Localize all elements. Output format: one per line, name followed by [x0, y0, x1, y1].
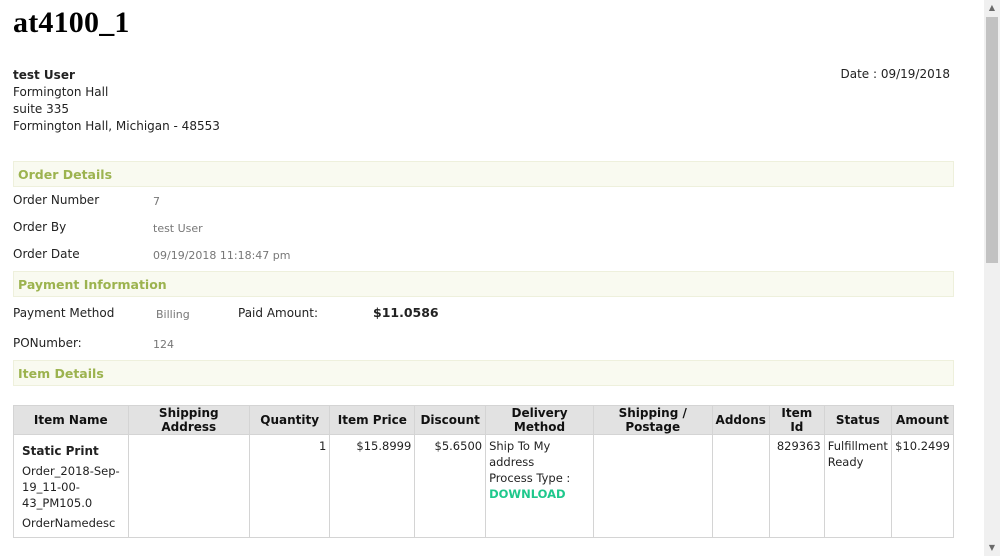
table-row: Static Print Order_2018-Sep-19_11-00-43_…: [13, 434, 955, 538]
payment-method-label: Payment Method: [13, 306, 115, 320]
cell-shipping-address: [127, 434, 251, 538]
section-order-details: Order Details: [13, 161, 954, 187]
address-line-3: Formington Hall, Michigan - 48553: [13, 119, 220, 133]
col-header-item-price: Item Price: [329, 405, 416, 435]
scroll-up-icon[interactable]: ▲: [984, 0, 1000, 16]
col-header-discount: Discount: [414, 405, 487, 435]
col-header-delivery-method: Delivery Method: [485, 405, 594, 435]
delivery-method-line: Ship To My address: [489, 439, 551, 469]
payment-method-value: Billing: [156, 308, 190, 321]
order-by-label: Order By: [13, 220, 67, 234]
paid-amount-label: Paid Amount:: [238, 306, 319, 320]
cell-item-price: $15.8999: [329, 434, 416, 538]
items-table: Item Name Shipping Address Quantity Item…: [13, 405, 955, 538]
order-number-label: Order Number: [13, 193, 100, 207]
col-header-amount: Amount: [890, 405, 955, 435]
address-line-2: suite 335: [13, 102, 69, 116]
po-number-label: PONumber:: [13, 336, 82, 350]
order-date-label: Order Date: [13, 247, 80, 261]
col-header-item-name: Item Name: [13, 405, 129, 435]
section-payment-information: Payment Information: [13, 271, 954, 297]
customer-name: test User: [13, 68, 75, 82]
vertical-scrollbar[interactable]: ▲ ▼: [984, 0, 1000, 556]
order-by-value: test User: [153, 222, 203, 235]
order-number-value: 7: [153, 195, 160, 208]
cell-status: Fulfillment Ready: [823, 434, 892, 538]
section-item-details: Item Details: [13, 360, 954, 386]
cell-amount: $10.2499: [890, 434, 955, 538]
paid-amount-value: $11.0586: [373, 305, 439, 320]
address-line-1: Formington Hall: [13, 85, 109, 99]
cell-shipping-postage: [592, 434, 713, 538]
cell-discount: $5.6500: [414, 434, 487, 538]
scrollbar-thumb[interactable]: [986, 17, 998, 263]
col-header-item-id: Item Id: [768, 405, 825, 435]
scroll-down-icon[interactable]: ▼: [984, 540, 1000, 556]
cell-quantity: 1: [249, 434, 331, 538]
item-file: Order_2018-Sep-19_11-00-43_PM105.0: [22, 464, 120, 510]
delivery-type-download: DOWNLOAD: [489, 487, 566, 501]
col-header-shipping-address: Shipping Address: [127, 405, 251, 435]
cell-addons: [711, 434, 770, 538]
col-header-addons: Addons: [711, 405, 770, 435]
cell-item-id: 829363: [768, 434, 825, 538]
po-number-value: 124: [153, 338, 174, 351]
col-header-quantity: Quantity: [249, 405, 331, 435]
customer-address: test User Formington Hall suite 335 Form…: [13, 67, 220, 135]
cell-item-name: Static Print Order_2018-Sep-19_11-00-43_…: [13, 434, 129, 538]
order-date-value: 09/19/2018 11:18:47 pm: [153, 249, 291, 262]
order-date-header: Date : 09/19/2018: [840, 67, 950, 81]
table-header-row: Item Name Shipping Address Quantity Item…: [13, 405, 955, 435]
col-header-status: Status: [823, 405, 892, 435]
item-name: Static Print: [22, 444, 99, 458]
process-type-label: Process Type :: [489, 471, 571, 485]
cell-delivery-method: Ship To My address Process Type : DOWNLO…: [485, 434, 594, 538]
order-page: at4100_1 test User Formington Hall suite…: [0, 0, 984, 556]
item-description: OrderNamedesc: [22, 516, 116, 530]
col-header-shipping-postage: Shipping / Postage: [592, 405, 713, 435]
page-title: at4100_1: [13, 6, 130, 39]
